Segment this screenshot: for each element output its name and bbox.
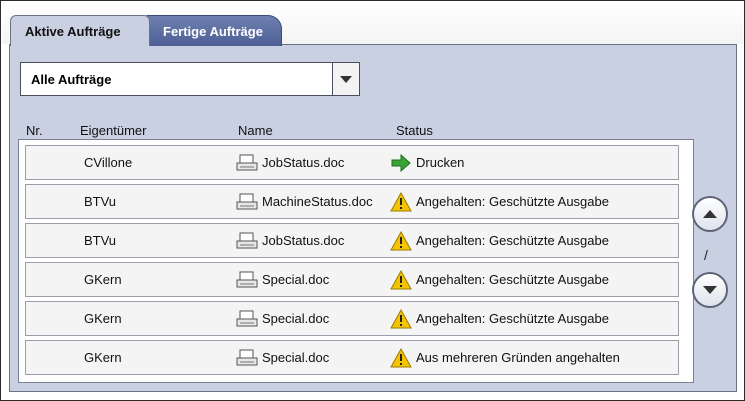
job-owner: CVillone: [84, 155, 133, 170]
job-status-cell: Angehalten: Geschützte Ausgabe: [390, 185, 609, 218]
window-frame: Fertige Aufträge Aktive Aufträge Alle Au…: [0, 0, 745, 401]
job-name-cell: Special.doc: [236, 302, 329, 335]
job-name-cell: Special.doc: [236, 263, 329, 296]
chevron-down-icon: [703, 286, 717, 294]
job-status: Aus mehreren Gründen angehalten: [416, 350, 620, 365]
job-owner: GKern: [84, 350, 122, 365]
warning-icon: [390, 347, 412, 367]
tab-completed-jobs-label: Fertige Aufträge: [163, 23, 263, 39]
table-row[interactable]: BTVu JobStatus.doc Angehalten: Geschützte …: [25, 223, 679, 258]
job-owner: BTVu: [84, 194, 117, 209]
warning-icon: [390, 308, 412, 328]
printer-icon: [236, 154, 258, 170]
table-row[interactable]: BTVu MachineStatus.doc Angehalten: Geschüt…: [25, 184, 679, 219]
printer-icon: [236, 193, 258, 209]
printer-icon: [236, 271, 258, 287]
printer-icon: [236, 232, 258, 248]
tab-completed-jobs[interactable]: Fertige Aufträge: [142, 15, 282, 46]
table-row[interactable]: GKern Special.doc Aus mehreren Gründen ang…: [25, 340, 679, 375]
scroll-up-button[interactable]: [692, 196, 728, 232]
job-name-cell: MachineStatus.doc: [236, 185, 373, 218]
scroll-controls: /: [692, 196, 734, 336]
scroll-down-button[interactable]: [692, 272, 728, 308]
job-name-cell: JobStatus.doc: [236, 224, 344, 257]
job-owner: BTVu: [84, 233, 117, 248]
job-status: Angehalten: Geschützte Ausgabe: [416, 233, 609, 248]
job-status-cell: Angehalten: Geschützte Ausgabe: [390, 302, 609, 335]
column-header-status: Status: [396, 123, 433, 138]
column-header-nr: Nr.: [26, 123, 43, 138]
tab-active-jobs-label: Aktive Aufträge: [25, 23, 121, 39]
chevron-up-icon: [703, 210, 717, 218]
warning-icon: [390, 191, 412, 211]
job-owner: GKern: [84, 272, 122, 287]
job-status: Drucken: [416, 155, 465, 170]
job-status-cell: Angehalten: Geschützte Ausgabe: [390, 263, 609, 296]
job-status: Angehalten: Geschützte Ausgabe: [416, 194, 609, 209]
table-row[interactable]: CVillone JobStatus.doc Drucken: [25, 145, 679, 180]
job-status: Angehalten: Geschützte Ausgabe: [416, 272, 609, 287]
job-name-cell: Special.doc: [236, 341, 329, 374]
job-list-panel: Alle Aufträge Nr. Eigentümer Name Status…: [9, 44, 737, 392]
table-row[interactable]: GKern Special.doc Angehalten: Geschützte A…: [25, 301, 679, 336]
job-status-cell: Angehalten: Geschützte Ausgabe: [390, 224, 609, 257]
job-owner: GKern: [84, 311, 122, 326]
job-filter-value: Alle Aufträge: [31, 71, 112, 87]
job-name: Special.doc: [262, 272, 330, 287]
tab-active-jobs[interactable]: Aktive Aufträge: [10, 15, 150, 46]
job-name: JobStatus.doc: [262, 155, 345, 170]
job-name: MachineStatus.doc: [262, 194, 373, 209]
job-name-cell: JobStatus.doc: [236, 146, 344, 179]
printer-icon: [236, 310, 258, 326]
job-table: CVillone JobStatus.doc Drucken BTVu MachineS…: [18, 139, 694, 383]
arrow-right-icon: [391, 153, 411, 172]
job-name: Special.doc: [262, 350, 330, 365]
column-header-owner: Eigentümer: [80, 123, 147, 138]
column-header-name: Name: [238, 123, 273, 138]
job-name: Special.doc: [262, 311, 330, 326]
warning-icon: [390, 230, 412, 250]
page-separator: /: [704, 247, 708, 263]
job-status: Angehalten: Geschützte Ausgabe: [416, 311, 609, 326]
warning-icon: [390, 269, 412, 289]
job-name: JobStatus.doc: [262, 233, 345, 248]
table-row[interactable]: GKern Special.doc Angehalten: Geschützte A…: [25, 262, 679, 297]
job-filter-dropdown[interactable]: Alle Aufträge: [20, 62, 360, 96]
job-status-cell: Drucken: [390, 146, 464, 179]
tab-bar: Fertige Aufträge Aktive Aufträge: [2, 2, 743, 46]
printer-icon: [236, 349, 258, 365]
chevron-down-icon[interactable]: [332, 63, 359, 95]
job-status-cell: Aus mehreren Gründen angehalten: [390, 341, 620, 374]
